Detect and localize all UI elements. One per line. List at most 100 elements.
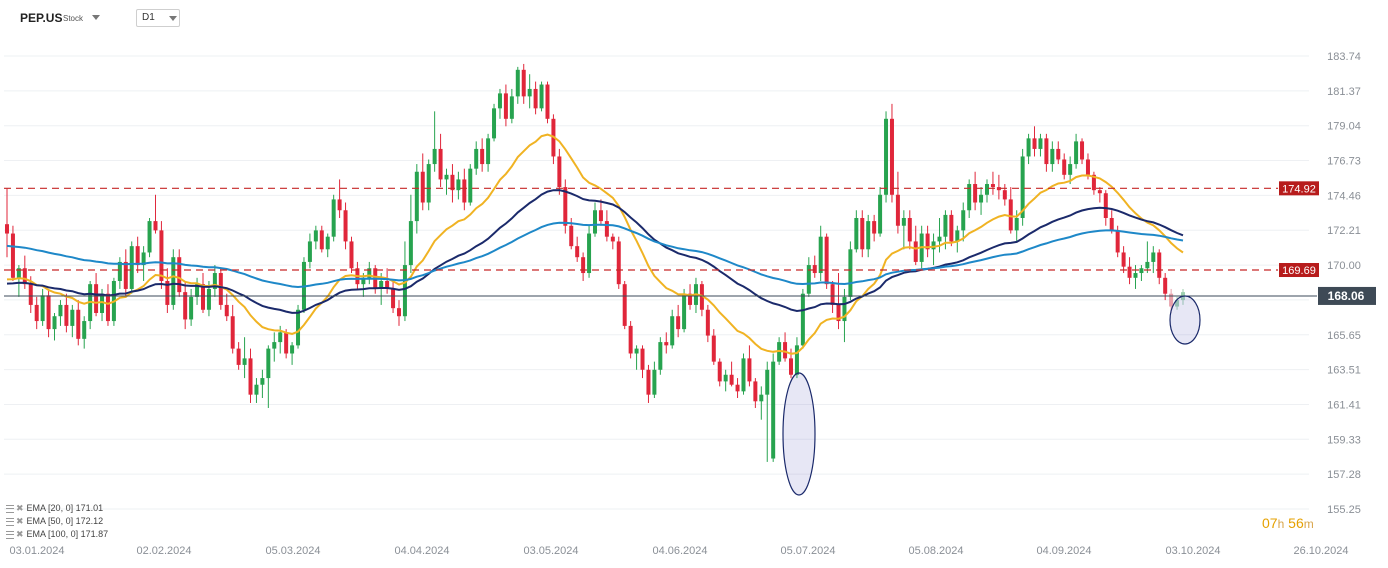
candle-up	[313, 230, 318, 242]
menu-icon[interactable]	[6, 517, 14, 526]
candle-down	[462, 179, 467, 203]
candle-up	[759, 394, 764, 402]
candle-up	[1026, 138, 1031, 157]
candle-up	[634, 348, 639, 354]
candle-up	[331, 199, 336, 237]
candle-up	[1133, 273, 1138, 278]
candle-up	[854, 217, 859, 250]
close-icon[interactable]: ✖	[16, 502, 24, 515]
candle-up	[474, 148, 479, 169]
timer-minutes-unit: m	[1303, 517, 1314, 531]
candle-up	[848, 249, 853, 297]
candle-down	[177, 257, 182, 293]
candle-up	[1145, 261, 1150, 269]
indicator-label: EMA [20, 0] 171.01	[26, 503, 104, 513]
candle-down	[22, 268, 27, 285]
candle-down	[10, 233, 15, 278]
x-tick-label: 26.10.2024	[1293, 545, 1348, 557]
candle-down	[949, 214, 954, 242]
y-tick-label: 181.37	[1327, 86, 1361, 98]
candle-up	[1151, 252, 1156, 262]
candle-down	[1062, 159, 1067, 175]
candle-down	[224, 304, 229, 317]
candle-down	[913, 241, 918, 262]
timer-hours-unit: h	[1277, 517, 1285, 531]
candle-down	[1002, 190, 1007, 200]
candle-up	[509, 96, 514, 119]
candle-up	[800, 293, 805, 346]
candle-up	[658, 342, 663, 370]
candle-down	[1115, 230, 1120, 253]
candle-down	[76, 309, 81, 339]
y-tick-label: 170.00	[1327, 260, 1361, 272]
candle-up	[408, 221, 413, 266]
candle-up	[539, 84, 544, 109]
y-tick-label: 159.33	[1327, 434, 1361, 446]
candle-down	[735, 384, 740, 392]
x-tick-label: 05.08.2024	[908, 545, 963, 557]
candle-up	[866, 221, 871, 250]
candle-up	[426, 164, 431, 203]
annotation-ellipse	[782, 372, 816, 496]
close-icon[interactable]: ✖	[16, 528, 24, 541]
candle-down	[1085, 159, 1090, 175]
candle-up	[1050, 148, 1055, 165]
candle-down	[990, 184, 995, 188]
menu-icon[interactable]	[6, 530, 14, 539]
candle-down	[1044, 138, 1049, 165]
candle-up	[272, 342, 277, 349]
candle-down	[5, 224, 9, 234]
candle-down	[349, 241, 354, 269]
y-tick-label: 161.41	[1327, 399, 1361, 411]
candle-down	[123, 261, 128, 289]
y-tick-label: 157.28	[1327, 469, 1361, 481]
candle-up	[515, 69, 520, 97]
candle-down	[284, 332, 289, 354]
candle-down	[860, 217, 865, 250]
timer-minutes: 56	[1288, 515, 1304, 531]
level-label: 169.69	[1282, 265, 1316, 277]
close-icon[interactable]: ✖	[16, 515, 24, 528]
candle-down	[533, 88, 538, 109]
candle-up	[290, 345, 295, 354]
x-tick-label: 04.06.2024	[652, 545, 707, 557]
candle-down	[1157, 252, 1162, 278]
indicator-label: EMA [100, 0] 171.87	[26, 529, 109, 539]
candle-down	[230, 316, 235, 349]
annotation-ellipse	[1169, 295, 1201, 345]
candle-up	[979, 194, 984, 203]
candle-up	[456, 179, 461, 191]
candle-up	[931, 241, 936, 250]
candle-down	[34, 304, 39, 322]
candle-up	[670, 316, 675, 346]
candle-up	[254, 384, 259, 395]
candle-down	[569, 225, 574, 247]
candle-down	[236, 348, 241, 365]
y-tick-label: 179.04	[1327, 121, 1361, 133]
candle-up	[587, 233, 592, 274]
indicator-row-ema20: ✖ EMA [20, 0] 171.01	[6, 502, 108, 515]
candle-down	[812, 265, 817, 274]
candle-up	[901, 217, 906, 226]
candle-down	[159, 230, 164, 281]
candle-up	[878, 194, 883, 234]
candle-down	[640, 348, 645, 370]
candle-up	[266, 348, 271, 379]
candle-down	[628, 325, 633, 354]
candle-down	[895, 194, 900, 226]
y-tick-label: 172.21	[1327, 225, 1361, 237]
candle-down	[521, 69, 526, 97]
candle-down	[545, 84, 550, 119]
timer-hours: 07	[1262, 515, 1278, 531]
candle-up	[129, 246, 134, 289]
candle-down	[973, 184, 978, 203]
candle-up	[985, 184, 989, 195]
candle-up	[943, 214, 948, 237]
menu-icon[interactable]	[6, 504, 14, 513]
candle-down	[610, 236, 615, 242]
candle-down	[830, 284, 835, 305]
candle-up	[468, 168, 473, 203]
candle-up	[1038, 138, 1043, 149]
x-tick-label: 03.10.2024	[1165, 545, 1220, 557]
price-chart[interactable]: 183.74 181.37 179.04 176.73 174.46 172.21 170.…	[0, 0, 1388, 568]
